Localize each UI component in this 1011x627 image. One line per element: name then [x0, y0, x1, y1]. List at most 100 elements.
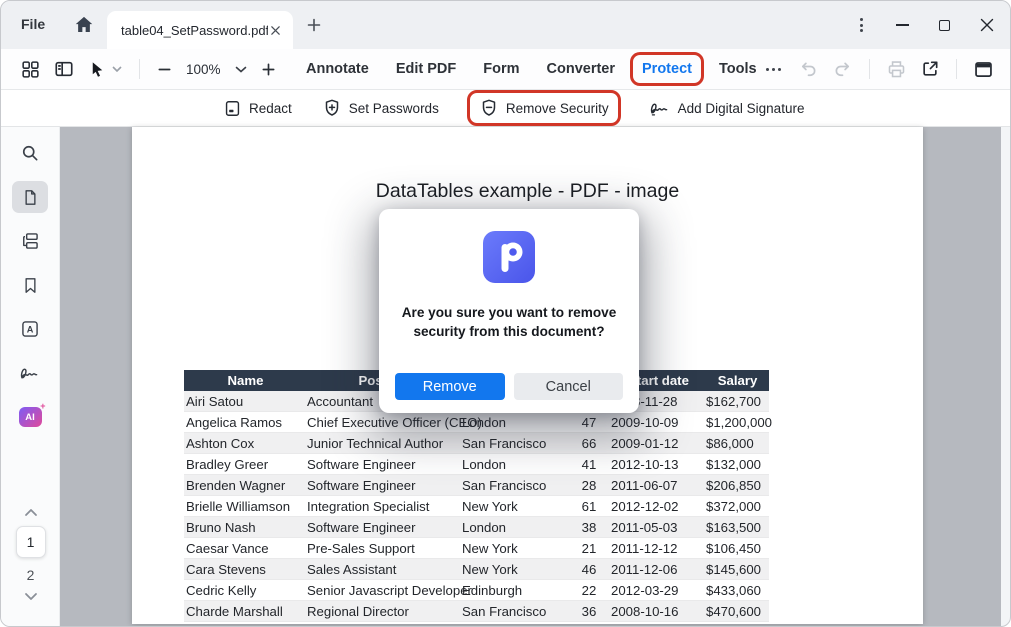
- add-digital-signature-button[interactable]: Add Digital Signature: [649, 100, 805, 117]
- tab-form[interactable]: Form: [483, 61, 519, 77]
- table-cell: $86,000: [706, 436, 769, 451]
- search-icon: [20, 143, 40, 163]
- table-cell: Ashton Cox: [184, 436, 307, 451]
- table-cell: 2012-03-29: [611, 583, 706, 598]
- print-button[interactable]: [886, 59, 907, 80]
- table-cell: 2009-10-09: [611, 415, 706, 430]
- tab-annotate[interactable]: Annotate: [306, 61, 369, 77]
- table-cell: 2008-10-16: [611, 604, 706, 619]
- zoom-in-button[interactable]: [261, 62, 276, 77]
- table-cell: Software Engineer: [307, 520, 462, 535]
- left-sidebar: A AI+ 1 2: [1, 127, 60, 626]
- table-row: Bruno NashSoftware EngineerLondon382011-…: [184, 517, 769, 538]
- document-tab[interactable]: table04_SetPassword.pdf: [107, 11, 293, 49]
- new-tab-button[interactable]: [307, 18, 321, 32]
- maximize-button[interactable]: [939, 20, 950, 31]
- table-cell: Charde Marshall: [184, 604, 307, 619]
- sidebar-thumbnails-button[interactable]: [12, 181, 48, 213]
- table-cell: San Francisco: [462, 436, 567, 451]
- previous-page-button[interactable]: [23, 507, 39, 517]
- chevron-down-icon: [235, 66, 247, 73]
- table-cell: $162,700: [706, 394, 769, 409]
- file-menu[interactable]: File: [21, 16, 45, 32]
- minimize-button[interactable]: [896, 24, 909, 26]
- sidebar-search-button[interactable]: [12, 137, 48, 169]
- close-button[interactable]: [980, 18, 994, 32]
- home-button[interactable]: [73, 14, 95, 36]
- signature-icon: [19, 365, 41, 382]
- remove-security-label: Remove Security: [506, 101, 609, 116]
- table-cell: Sales Assistant: [307, 562, 462, 577]
- table-cell: London: [462, 415, 567, 430]
- cancel-button[interactable]: Cancel: [514, 373, 624, 400]
- remove-security-button[interactable]: Remove Security: [479, 98, 609, 118]
- current-page-indicator[interactable]: 1: [16, 526, 46, 558]
- table-cell: Brielle Williamson: [184, 499, 307, 514]
- chevron-down-icon: [112, 66, 122, 72]
- set-passwords-button[interactable]: Set Passwords: [322, 98, 439, 118]
- table-body: Airi SatouAccountantTokyo332008-11-28$16…: [184, 391, 769, 622]
- table-cell: Angelica Ramos: [184, 415, 307, 430]
- zoom-out-icon: [157, 62, 172, 77]
- tab-tools[interactable]: Tools: [719, 61, 757, 77]
- zoom-out-button[interactable]: [157, 62, 172, 77]
- minimize-icon: [896, 24, 909, 26]
- redact-button[interactable]: Redact: [223, 99, 292, 118]
- chevron-up-icon: [23, 507, 39, 517]
- more-button[interactable]: [762, 64, 785, 75]
- table-row: Bradley GreerSoftware EngineerLondon4120…: [184, 454, 769, 475]
- sidebar-ai-button[interactable]: AI+: [12, 401, 48, 433]
- layout-button[interactable]: [973, 59, 994, 80]
- window-menu-button[interactable]: [857, 15, 866, 35]
- table-cell: New York: [462, 562, 567, 577]
- print-icon: [886, 59, 907, 80]
- zoom-level[interactable]: 100%: [186, 62, 221, 77]
- tab-close-icon: [270, 25, 281, 36]
- layout-icon: [973, 59, 994, 80]
- tab-close-button[interactable]: [268, 23, 283, 38]
- sidebar-signatures-button[interactable]: [12, 357, 48, 389]
- close-icon: [980, 18, 994, 32]
- main-toolbar: 100% Annotate Edit PDF Form Converter Pr…: [1, 49, 1010, 90]
- table-row: Caesar VancePre-Sales SupportNew York212…: [184, 538, 769, 559]
- annotation-icon: A: [20, 319, 40, 339]
- sidebar-outline-button[interactable]: [12, 225, 48, 257]
- sidebar-annotations-button[interactable]: A: [12, 313, 48, 345]
- sidebar-bookmarks-button[interactable]: [12, 269, 48, 301]
- tab-converter[interactable]: Converter: [547, 61, 616, 77]
- export-button[interactable]: [920, 59, 940, 79]
- table-cell: 21: [567, 541, 611, 556]
- tab-edit-pdf[interactable]: Edit PDF: [396, 61, 456, 77]
- add-digital-signature-label: Add Digital Signature: [678, 101, 805, 116]
- table-cell: $132,000: [706, 457, 769, 472]
- app-logo: [483, 231, 535, 283]
- dialog-message: Are you sure you want to remove security…: [396, 304, 622, 341]
- tab-protect[interactable]: Protect: [642, 61, 692, 77]
- app-window: File table04_SetPassword.pdf: [0, 0, 1011, 627]
- zoom-dropdown-button[interactable]: [235, 66, 247, 73]
- table-cell: New York: [462, 541, 567, 556]
- table-cell: 2011-12-06: [611, 562, 706, 577]
- table-cell: 2012-12-02: [611, 499, 706, 514]
- table-cell: Bruno Nash: [184, 520, 307, 535]
- table-cell: 2011-06-07: [611, 478, 706, 493]
- redo-icon: [832, 59, 853, 80]
- table-cell: 61: [567, 499, 611, 514]
- vertical-scrollbar[interactable]: [1001, 127, 1010, 626]
- table-cell: 38: [567, 520, 611, 535]
- next-page-number[interactable]: 2: [27, 567, 35, 583]
- remove-button[interactable]: Remove: [395, 373, 505, 400]
- table-cell: 41: [567, 457, 611, 472]
- table-cell: 2012-10-13: [611, 457, 706, 472]
- undo-button[interactable]: [798, 59, 819, 80]
- table-cell: Senior Javascript Developer: [307, 583, 462, 598]
- table-row: Brielle WilliamsonIntegration Specialist…: [184, 496, 769, 517]
- divider: [956, 59, 957, 79]
- panel-view-button[interactable]: [54, 59, 74, 79]
- grid-view-button[interactable]: [21, 60, 40, 79]
- next-page-button[interactable]: [23, 592, 39, 602]
- redo-button[interactable]: [832, 59, 853, 80]
- divider: [869, 59, 870, 79]
- select-tool-button[interactable]: [88, 60, 122, 79]
- home-icon: [73, 14, 95, 36]
